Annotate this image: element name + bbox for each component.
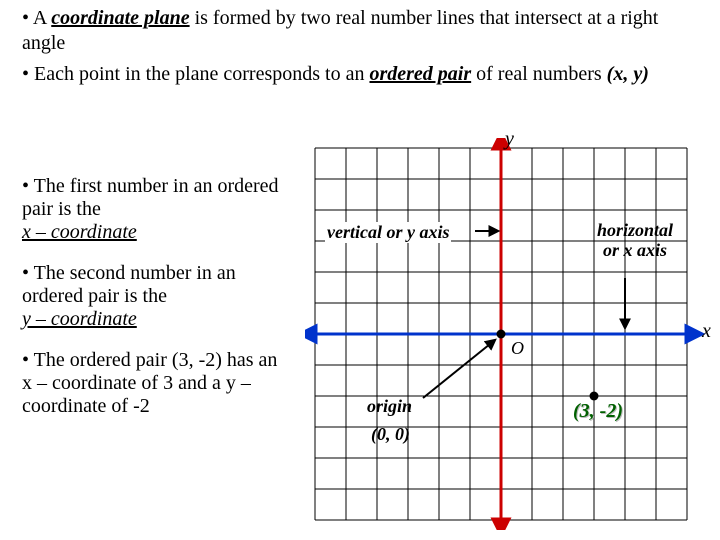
bullet-example: • The ordered pair (3, -2) has an x – co…: [22, 349, 292, 418]
graph-svg: [305, 138, 710, 530]
x-axis-label: x: [702, 320, 711, 343]
origin-word-label: origin: [367, 396, 412, 417]
term-ordered-pair: ordered pair: [369, 63, 471, 85]
origin-o-label: O: [511, 338, 524, 359]
bullet2-mid: of real numbers: [471, 63, 607, 85]
example-point-label: (3, -2): [573, 400, 623, 423]
horizontal-axis-label: horizontal or x axis: [597, 221, 673, 261]
bullet-x-coordinate: • The first number in an ordered pair is…: [22, 175, 292, 244]
term-coordinate-plane: coordinate plane: [51, 7, 189, 29]
origin-coord-label: (0, 0): [371, 424, 410, 445]
bullet-ordered-pair: • Each point in the plane corresponds to…: [22, 62, 698, 87]
term-x-coordinate: x – coordinate: [22, 221, 137, 243]
y-axis-label: y: [505, 128, 514, 151]
origin-point: [497, 330, 506, 339]
horizontal-line1: horizontal: [597, 220, 673, 240]
p1-prefix: • The first number in an ordered pair is…: [22, 175, 279, 220]
arrow-to-origin: [423, 340, 495, 398]
example-text: • The ordered pair (3, -2) has an x – co…: [22, 349, 277, 417]
bullet-coordinate-plane: • A coordinate plane is formed by two re…: [22, 6, 698, 56]
horizontal-line2: or x axis: [603, 240, 667, 260]
xy-pair: (x, y): [607, 63, 649, 85]
bullet1-prefix: • A: [22, 7, 51, 29]
bullet-y-coordinate: • The second number in an ordered pair i…: [22, 262, 292, 331]
coordinate-plane-graph: y vertical or y axis horizontal or x axi…: [305, 138, 710, 530]
vertical-axis-label: vertical or y axis: [325, 222, 451, 243]
bullet2-prefix: • Each point in the plane corresponds to…: [22, 63, 369, 85]
term-y-coordinate: y – coordinate: [22, 308, 137, 330]
p2-prefix: • The second number in an ordered pair i…: [22, 262, 236, 307]
